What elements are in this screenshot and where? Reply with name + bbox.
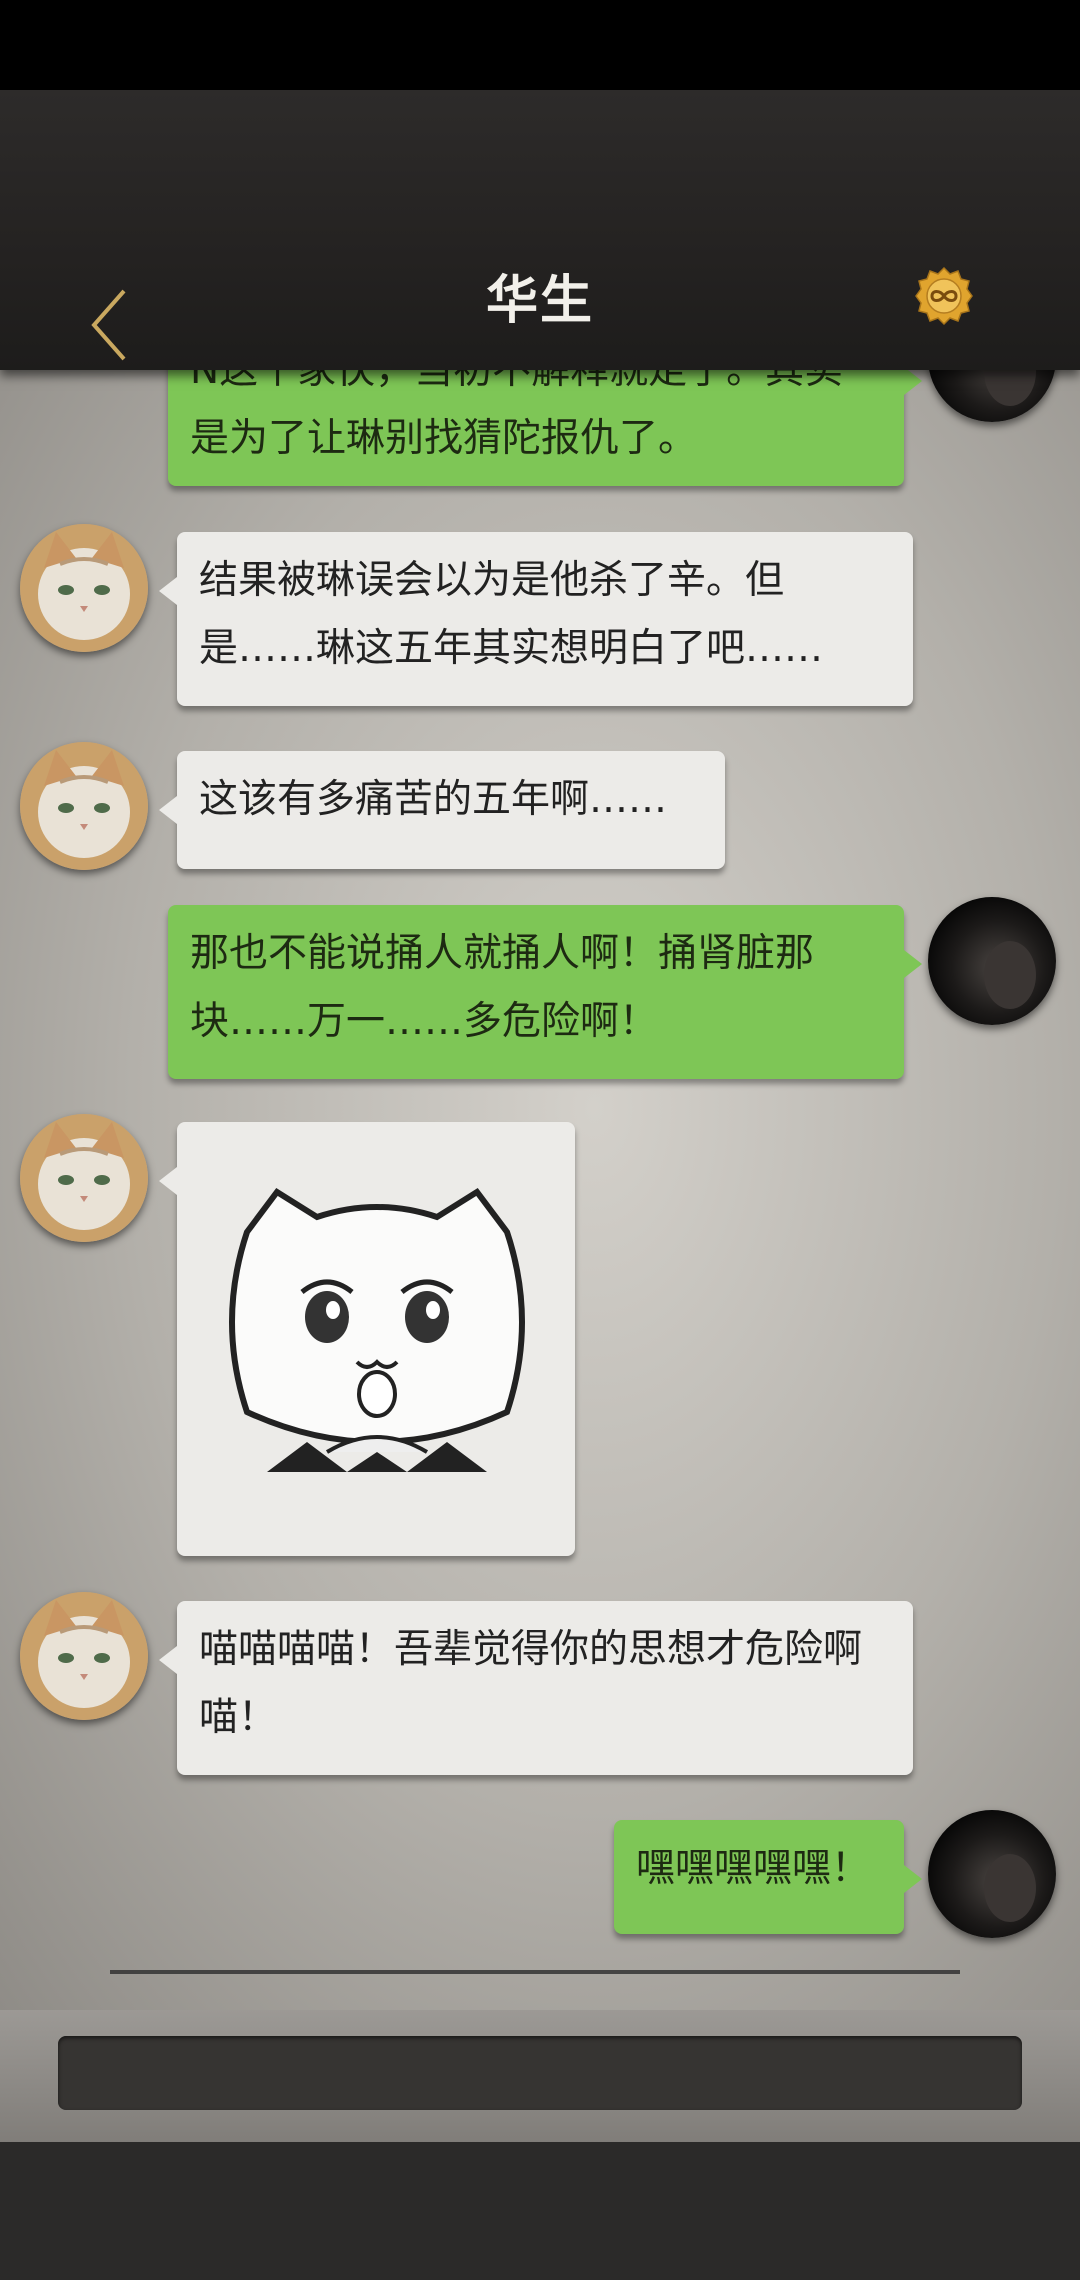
- user-avatar[interactable]: [928, 370, 1056, 422]
- message-text: 结果被琳误会以为是他杀了辛。但是……琳这五年其实想明白了吧……: [199, 558, 824, 671]
- user-avatar[interactable]: [928, 897, 1056, 1025]
- crying-cat-sticker: [229, 1187, 525, 1472]
- navigation-bar: [0, 2142, 1080, 2280]
- cat-avatar[interactable]: [20, 1592, 148, 1720]
- status-bar: [0, 0, 1080, 90]
- chat-area[interactable]: N这个家伙，当初不解释就走了。其实是为了让琳别找猜陀报仇了。 结果被琳误会以为是…: [0, 370, 1080, 2010]
- message-bubble: 那也不能说捅人就捅人啊！捅肾脏那块……万一……多危险啊！: [168, 905, 922, 1079]
- cat-avatar[interactable]: [20, 524, 148, 652]
- message-bubble: 结果被琳误会以为是他杀了辛。但是……琳这五年其实想明白了吧……: [159, 532, 913, 706]
- user-avatar[interactable]: [928, 1810, 1056, 1938]
- cat-avatar[interactable]: [20, 1114, 148, 1242]
- reply-input-bar[interactable]: [58, 2036, 1022, 2110]
- message-text: 喵喵喵喵！吾辈觉得你的思想才危险啊喵！: [199, 1627, 863, 1740]
- message-text: 嘿嘿嘿嘿嘿！: [636, 1846, 871, 1891]
- sticker-message[interactable]: [159, 1122, 575, 1556]
- message-text: 那也不能说捅人就捅人啊！捅肾脏那块……万一……多危险啊！: [190, 931, 815, 1044]
- message-text: 这该有多痛苦的五年啊……: [199, 777, 668, 822]
- message-bubble: N这个家伙，当初不解释就走了。其实是为了让琳别找猜陀报仇了。: [168, 370, 922, 486]
- cat-avatar[interactable]: [20, 742, 148, 870]
- message-bubble: 喵喵喵喵！吾辈觉得你的思想才危险啊喵！: [159, 1601, 913, 1775]
- message-bubble: 这该有多痛苦的五年啊……: [159, 751, 725, 869]
- chat-divider: [110, 1970, 960, 1974]
- message-text: N这个家伙，当初不解释就走了。其实是为了让琳别找猜陀报仇了。: [190, 370, 844, 461]
- infinity-coin-icon: [915, 266, 973, 326]
- message-bubble: 嘿嘿嘿嘿嘿！: [614, 1820, 922, 1934]
- coin-button[interactable]: [914, 266, 974, 326]
